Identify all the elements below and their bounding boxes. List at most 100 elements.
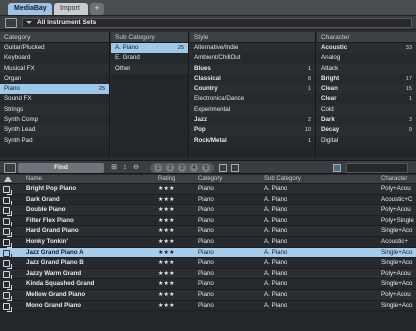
list-item[interactable]: Dark 3 xyxy=(317,115,416,126)
list-item[interactable]: Clean 15 xyxy=(317,84,416,95)
preset-icon xyxy=(3,270,12,280)
page-button[interactable]: 1 xyxy=(154,164,162,172)
filter-icon[interactable]: ⊞ xyxy=(110,164,118,172)
cell-rating: ★★★ xyxy=(158,206,175,214)
category-header[interactable]: Category xyxy=(0,32,109,43)
list-item[interactable]: Synth Lead xyxy=(0,125,109,136)
list-item[interactable]: Keyboard xyxy=(0,53,109,64)
list-item[interactable]: Electronica/Dance xyxy=(190,94,315,105)
list-item[interactable]: Other xyxy=(111,63,188,74)
column-header-character[interactable]: Character xyxy=(381,175,407,184)
page-button[interactable]: 3 xyxy=(178,164,186,172)
search-input[interactable] xyxy=(346,163,408,173)
list-item[interactable]: Decay 9 xyxy=(317,125,416,136)
cell-character: Single+Aco xyxy=(381,259,413,267)
cell-subcategory: A. Piano xyxy=(264,216,288,224)
find-button[interactable]: Find xyxy=(18,163,104,173)
list-item[interactable]: Attack xyxy=(317,63,416,74)
subcategory-list: A. Piano 25 E. Grand Other xyxy=(111,43,188,74)
list-item[interactable]: Alternative/Indie xyxy=(190,43,315,54)
cell-name: Jazzy Warm Grand xyxy=(26,269,82,277)
list-item[interactable]: Experimental xyxy=(190,104,315,116)
list-item[interactable]: Blues 1 xyxy=(190,63,315,74)
list-item[interactable]: Guitar/Plucked xyxy=(0,43,109,54)
list-item-selected[interactable]: A. Piano 25 xyxy=(111,43,188,54)
style-column: Style Alternative/Indie Ambient/ChillOut… xyxy=(190,32,316,158)
cell-rating: ★★★ xyxy=(158,259,175,267)
list-item[interactable]: Acoustic 33 xyxy=(317,43,416,54)
cell-name: Kinda Squashed Grand xyxy=(26,280,95,288)
column-header-name[interactable]: Name xyxy=(26,175,42,184)
list-item[interactable]: Country 1 xyxy=(190,84,315,95)
list-item[interactable]: Synth Comp xyxy=(0,115,109,126)
list-item[interactable]: Clear 1 xyxy=(317,94,416,105)
tab-import[interactable]: Import xyxy=(54,3,88,15)
cell-character: Poly+Acou xyxy=(381,269,411,277)
cell-name: Jazz Grand Piano B xyxy=(26,259,84,267)
column-header-subcategory[interactable]: Sub Category xyxy=(264,175,301,184)
cell-subcategory: A. Piano xyxy=(264,206,288,214)
column-header-category[interactable]: Category xyxy=(198,175,222,184)
table-row[interactable]: Dark Grand ★★★ Piano A. Piano Acoustic+C xyxy=(0,194,416,206)
preset-icon xyxy=(3,281,12,291)
cell-character: Acoustic+C xyxy=(381,195,413,203)
list-item[interactable]: Synth Pad xyxy=(0,135,109,146)
table-row[interactable]: Hard Grand Piano ★★★ Piano A. Piano Single+A… xyxy=(0,226,416,238)
table-row[interactable]: Kinda Squashed Grand ★★★ Piano A. Piano Sing… xyxy=(0,279,416,291)
list-item[interactable]: Analog xyxy=(317,53,416,64)
list-item[interactable]: Bright 17 xyxy=(317,73,416,85)
table-row[interactable]: Mellow Grand Piano ★★★ Piano A. Piano Poly+A… xyxy=(0,289,416,301)
page-button[interactable]: 4 xyxy=(190,164,198,172)
cell-character: Poly+Single xyxy=(381,216,414,224)
page-button[interactable]: 5 xyxy=(202,164,210,172)
list-item[interactable]: Digital xyxy=(317,135,416,146)
cell-subcategory: A. Piano xyxy=(264,290,288,298)
cell-name: Dark Grand xyxy=(26,195,60,203)
set-icon[interactable] xyxy=(5,18,17,28)
preset-icon xyxy=(3,228,12,238)
subcategory-header[interactable]: Sub Category xyxy=(111,32,188,43)
cell-character: Poly+Acou xyxy=(381,206,411,214)
list-item[interactable]: Organ xyxy=(0,73,109,85)
table-row[interactable]: Mono Grand Piano ★★★ Piano A. Piano Single+A… xyxy=(0,300,416,312)
style-header[interactable]: Style xyxy=(190,32,315,43)
cell-name: Bright Pop Piano xyxy=(26,185,77,192)
table-row[interactable]: Honky Tonkin' ★★★ Piano A. Piano Acoustic+ xyxy=(0,236,416,248)
grid-view-icon[interactable] xyxy=(231,164,239,172)
cell-subcategory: A. Piano xyxy=(264,195,288,203)
list-item[interactable]: Pop 10 xyxy=(190,125,315,136)
list-item[interactable]: Strings xyxy=(0,104,109,116)
list-item[interactable]: Cold xyxy=(317,104,416,116)
character-header[interactable]: Character xyxy=(317,32,416,43)
instrument-set-select[interactable]: All Instrument Sets xyxy=(22,18,412,28)
view-toggle-icon[interactable] xyxy=(4,163,16,173)
cell-character: Poly+Acou xyxy=(381,185,411,192)
table-row[interactable]: Jazzy Warm Grand ★★★ Piano A. Piano Poly+Aco… xyxy=(0,268,416,280)
list-view-icon[interactable] xyxy=(219,164,227,172)
search-icon[interactable] xyxy=(333,164,341,172)
page-button[interactable]: 2 xyxy=(166,164,174,172)
list-item[interactable]: Classical 8 xyxy=(190,73,315,85)
column-header-rating[interactable]: Rating xyxy=(158,175,175,184)
table-row[interactable]: Filter Flex Piano ★★★ Piano A. Piano Poly+Si… xyxy=(0,215,416,227)
table-row[interactable]: Jazz Grand Piano B ★★★ Piano A. Piano Single… xyxy=(0,258,416,270)
tab-mediabay[interactable]: MediaBay xyxy=(8,3,52,15)
list-item[interactable]: Ambient/ChillOut xyxy=(190,53,315,64)
add-tab-button[interactable]: + xyxy=(90,3,104,15)
table-row[interactable]: Double Piano ★★★ Piano A. Piano Poly+Acou xyxy=(0,205,416,217)
cell-name: Double Piano xyxy=(26,206,66,214)
list-item[interactable]: Jazz 2 xyxy=(190,115,315,126)
find-options-icon[interactable]: ↕ xyxy=(121,164,129,172)
list-item[interactable]: Sound FX xyxy=(0,94,109,105)
subcategory-column: Sub Category A. Piano 25 E. Grand Other xyxy=(111,32,189,158)
list-item[interactable]: Musical FX xyxy=(0,63,109,74)
preset-icon[interactable]: ⊖ xyxy=(132,164,140,172)
cell-category: Piano xyxy=(198,280,214,288)
cell-character: Single+Aco xyxy=(381,227,413,235)
list-item[interactable]: E. Grand xyxy=(111,53,188,64)
cell-character: Single+Aco xyxy=(381,248,413,256)
table-row-selected[interactable]: Jazz Grand Piano A ★★★ Piano A. Piano Single… xyxy=(0,247,416,259)
list-item[interactable]: Rock/Metal 1 xyxy=(190,135,315,146)
list-item-selected[interactable]: Piano 25 xyxy=(0,84,109,95)
table-row[interactable]: Bright Pop Piano ★★★ Piano A. Piano Poly+Aco… xyxy=(0,184,416,195)
